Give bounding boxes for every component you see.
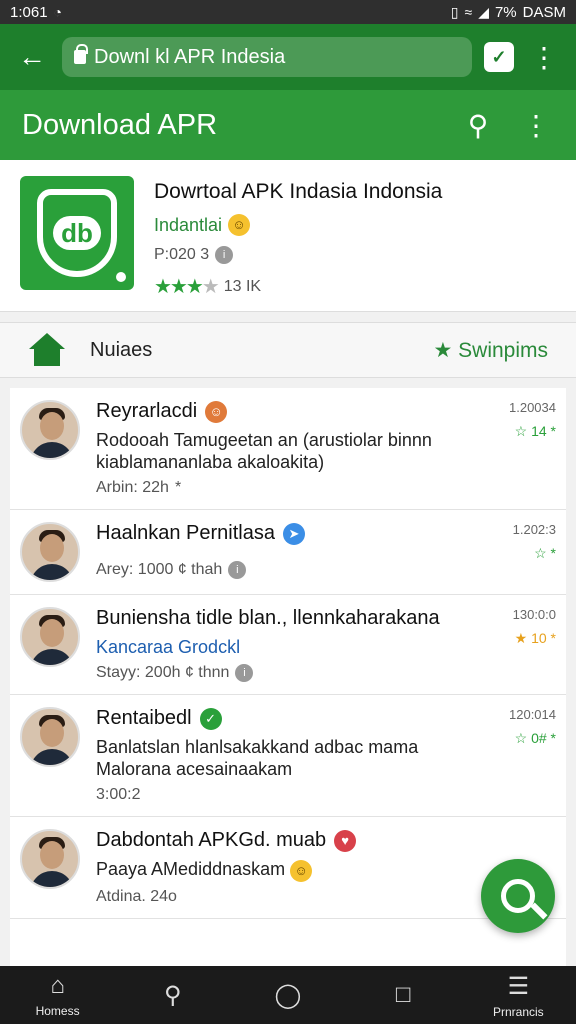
nav-home-label: Homess	[35, 1004, 80, 1018]
search-fab-button[interactable]	[481, 859, 555, 933]
app-card[interactable]: db Dowrtoal APK Indasia Indonsia Indantl…	[0, 160, 576, 312]
profile-nav-icon: ☰	[507, 972, 530, 1000]
review-date: 120:014	[509, 707, 556, 722]
home-nav-icon: ⌂	[50, 972, 65, 999]
app-logo-icon: db	[20, 176, 134, 290]
wifi-icon: ≈	[464, 4, 473, 20]
avatar[interactable]	[20, 522, 80, 582]
circle-nav-icon: ◯	[274, 981, 302, 1009]
rating-count: 13 IK	[223, 277, 262, 295]
avatar[interactable]	[20, 707, 80, 767]
app-bar-actions: ⚲ ⋮	[460, 107, 554, 143]
app-name: Dowrtoal APK Indasia Indonsia	[154, 180, 443, 203]
signal-icon: ◢	[478, 3, 489, 20]
avatar[interactable]	[20, 607, 80, 667]
review-date: 1.202:3	[512, 522, 556, 537]
status-time: 1:061	[10, 3, 48, 21]
square-nav-icon: □	[395, 981, 411, 1008]
tab-bar: Nuiaes ★ Swinpims	[0, 322, 576, 378]
nav-home[interactable]: ⌂ Homess	[13, 972, 103, 1018]
review-text: Paaya AMediddnaskam ☺	[96, 858, 496, 882]
list-item[interactable]: Reyrarlacdi ☺ Rodooah Tamugeetan an (arus…	[10, 388, 566, 510]
home-icon[interactable]	[28, 333, 66, 367]
page-title: Download APR	[22, 108, 218, 141]
bottom-nav: ⌂ Homess ⚲ ◯ □ ☰ Prnrancis	[0, 966, 576, 1024]
battery-level: 7%	[494, 3, 517, 21]
avatar[interactable]	[20, 400, 80, 460]
lock-icon	[74, 44, 88, 64]
reviewer-name: Rentaibedl	[96, 707, 192, 729]
reviewer-name: Buniensha tidle blan., llennkaharakana	[96, 607, 440, 629]
nav-profile[interactable]: ☰ Prnrancis	[473, 972, 563, 1019]
shield-logo-icon: db	[37, 189, 117, 277]
star-score[interactable]: ☆ *	[534, 545, 556, 562]
rating-row: ★★★★ 13 IK	[154, 274, 442, 299]
search-icon[interactable]: ⚲	[460, 107, 496, 143]
review-meta: 3:00:2	[96, 786, 141, 803]
nav-search[interactable]: ⚲	[128, 981, 218, 1010]
back-arrow-icon[interactable]: ←	[14, 39, 50, 75]
nav-profile-label: Prnrancis	[493, 1004, 544, 1019]
developer-row: Indantlai ☺	[154, 214, 442, 236]
status-right-text: DASM	[522, 3, 566, 21]
smile-emoji-icon: ☺	[228, 214, 251, 236]
vibrate-icon: ▯	[450, 3, 459, 20]
tab-news[interactable]: Nuiaes	[90, 339, 433, 362]
list-item[interactable]: Haalnkan Pernitlasa ➤ Arey: 1000 ¢ thah i …	[10, 510, 566, 595]
star-score[interactable]: ★ 10 *	[515, 630, 556, 647]
app-meta-row: P:020 3 i	[154, 246, 442, 264]
browser-toolbar: ← Downl kl APR Indesia ✓ ⋮	[0, 24, 576, 90]
review-meta: Atdina. 24o	[96, 888, 177, 905]
app-info: Dowrtoal APK Indasia Indonsia Indantlai …	[154, 176, 443, 298]
browser-menu-icon[interactable]: ⋮	[526, 39, 562, 75]
sync-icon: ◔	[53, 4, 63, 20]
overflow-menu-icon[interactable]: ⋮	[518, 107, 554, 143]
developer-name[interactable]: Indantlai	[154, 215, 222, 236]
url-text: Downl kl APR Indesia	[94, 45, 286, 68]
search-nav-icon: ⚲	[163, 981, 182, 1009]
reaction-icon: ♥	[334, 829, 357, 852]
logo-mark: db	[53, 216, 101, 250]
review-meta: Arey: 1000 ¢ thah i	[96, 561, 496, 579]
reaction-icon: ☺	[205, 400, 228, 423]
app-bar: Download APR ⚲ ⋮	[0, 90, 576, 160]
shield-icon[interactable]: ✓	[484, 42, 514, 72]
status-bar: 1:061 ◔ ▯ ≈ ◢ 7% DASM	[0, 0, 576, 24]
review-date: 1.20034	[509, 400, 556, 415]
review-text: Banlatslan hlanlsakakkand adbac mama Mal…	[96, 737, 419, 779]
review-text: Kancaraa Grodckl	[96, 637, 241, 657]
reviewer-name: Haalnkan Pernitlasa	[96, 522, 275, 544]
url-bar[interactable]: Downl kl APR Indesia	[62, 37, 472, 77]
magnifier-icon	[501, 879, 535, 913]
app-meta: P:020 3	[154, 246, 210, 263]
avatar[interactable]	[20, 829, 80, 889]
list-item[interactable]: Buniensha tidle blan., llennkaharakana K…	[10, 595, 566, 695]
status-left: 1:061 ◔	[10, 4, 62, 21]
nav-center[interactable]: ◯	[243, 981, 333, 1010]
review-meta: Arbin: 22h *	[96, 479, 182, 496]
review-date: 130:0:0	[512, 607, 556, 622]
review-text: Rodooah Tamugeetan an (arustiolar binnn …	[96, 430, 432, 472]
reaction-icon: ➤	[283, 522, 305, 545]
list-item[interactable]: Rentaibedl ✓ Banlatslan hlanlsakakkand ad…	[10, 695, 566, 817]
review-meta: Stayy: 200h ¢ thnn i	[96, 664, 496, 682]
status-right: ▯ ≈ ◢ 7% DASM	[451, 4, 566, 21]
star-score[interactable]: ☆ 14 *	[515, 423, 556, 440]
tab-reviews[interactable]: ★ Swinpims	[433, 338, 548, 363]
reviewer-name: Dabdontah APKGd. muab	[96, 829, 327, 851]
nav-recents[interactable]: □	[358, 981, 448, 1009]
star-score[interactable]: ☆ 0# *	[515, 730, 556, 747]
info-badge-icon: i	[215, 246, 234, 264]
logo-dot-icon	[112, 268, 130, 286]
reviewer-name: Reyrarlacdi	[96, 400, 198, 422]
rating-stars: ★★★★	[154, 276, 220, 298]
reaction-icon: ✓	[199, 707, 222, 730]
